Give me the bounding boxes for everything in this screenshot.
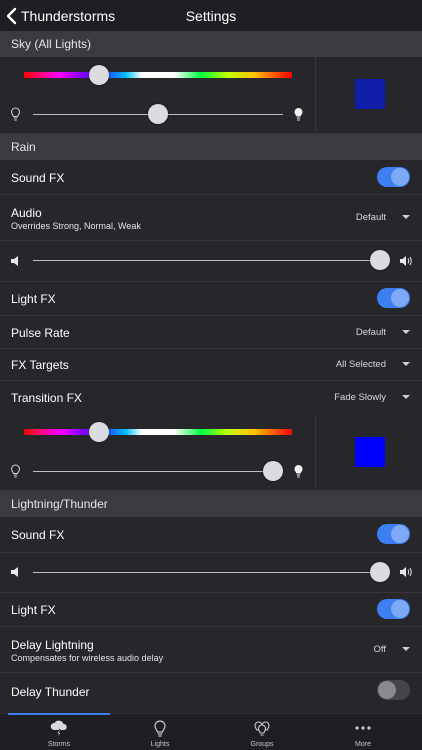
storm-cloud-icon — [50, 720, 67, 738]
speaker-low-icon — [11, 256, 18, 266]
rain-transition-fx-row[interactable]: Transition FX Fade Slowly — [0, 381, 422, 414]
ellipsis-icon — [355, 726, 371, 730]
lightning-volume-slider-thumb[interactable] — [370, 562, 390, 582]
rain-fx-targets-row[interactable]: FX Targets All Selected — [0, 349, 422, 381]
chevron-down-icon — [402, 330, 410, 334]
lightning-sound-fx-row: Sound FX — [0, 517, 422, 553]
rain-color-swatch[interactable] — [355, 437, 385, 467]
rain-sound-fx-row: Sound FX — [0, 160, 422, 195]
pulse-rate-value: Default — [355, 327, 386, 338]
section-header-sky: Sky (All Lights) — [0, 31, 422, 57]
sky-hue-slider-thumb[interactable] — [89, 65, 110, 85]
speaker-high-icon — [400, 256, 412, 266]
sky-color-picker — [0, 57, 422, 134]
lightning-light-fx-toggle[interactable] — [377, 599, 410, 619]
rain-sound-fx-toggle[interactable] — [377, 167, 410, 187]
lightning-volume-track[interactable] — [33, 572, 380, 573]
tab-label: More — [355, 741, 371, 748]
rain-hue-slider-thumb[interactable] — [89, 422, 110, 442]
delay-lightning-value: Off — [373, 644, 387, 655]
sky-hue-spectrum[interactable] — [24, 72, 292, 78]
navigation-bar: Thunderstorms Settings — [0, 0, 422, 31]
tab-lights[interactable]: Lights — [110, 714, 210, 750]
section-header-lightning: Lightning/Thunder — [0, 491, 422, 517]
row-label: Audio — [11, 206, 42, 220]
tab-more[interactable]: More — [313, 714, 413, 750]
rain-light-fx-row: Light FX — [0, 282, 422, 316]
transition-fx-value: Fade Slowly — [334, 392, 386, 403]
tab-label: Groups — [250, 741, 274, 748]
speaker-high-icon — [400, 567, 412, 577]
page-title: Settings — [185, 8, 237, 24]
section-title: Lightning/Thunder — [11, 497, 108, 511]
rain-volume-track[interactable] — [33, 260, 380, 261]
rain-color-picker — [0, 414, 422, 491]
delay-thunder-row: Delay Thunder — [0, 673, 422, 713]
lightbulb-bright-icon — [294, 465, 303, 478]
audio-value: Default — [355, 212, 386, 223]
sky-color-swatch[interactable] — [355, 79, 385, 109]
lightbulb-dim-icon — [10, 107, 21, 121]
tab-label: Lights — [150, 741, 170, 748]
row-label: Transition FX — [11, 391, 82, 405]
row-label: FX Targets — [11, 358, 69, 372]
row-label: Pulse Rate — [11, 326, 70, 340]
row-label: Light FX — [11, 603, 56, 617]
lightning-sound-fx-toggle[interactable] — [377, 524, 410, 544]
lightbulb-icon — [154, 720, 166, 737]
rain-hue-spectrum[interactable] — [24, 429, 292, 435]
lightning-volume-row — [0, 553, 422, 593]
section-title: Sky (All Lights) — [11, 37, 92, 51]
chevron-down-icon — [402, 215, 410, 219]
row-label: Sound FX — [11, 171, 65, 185]
section-title: Rain — [11, 140, 36, 154]
tab-bar: Storms Lights Groups More — [0, 713, 422, 750]
row-label: Light FX — [11, 292, 56, 306]
row-label: Sound FX — [11, 528, 65, 542]
chevron-down-icon — [402, 647, 410, 651]
row-subtitle: Compensates for wireless audio delay — [11, 653, 164, 663]
tab-label: Storms — [47, 741, 71, 748]
sky-brightness-slider-thumb[interactable] — [148, 104, 168, 124]
chevron-down-icon — [402, 395, 410, 399]
rain-audio-row[interactable]: Audio Overrides Strong, Normal, Weak Def… — [0, 195, 422, 241]
lightbulb-dim-icon — [10, 464, 21, 478]
fx-targets-value: All Selected — [335, 359, 386, 370]
row-subtitle: Overrides Strong, Normal, Weak — [11, 221, 141, 231]
section-header-rain: Rain — [0, 134, 422, 160]
rain-pulse-rate-row[interactable]: Pulse Rate Default — [0, 316, 422, 349]
tab-groups[interactable]: Groups — [212, 714, 312, 750]
delay-lightning-row[interactable]: Delay Lightning Compensates for wireless… — [0, 627, 422, 673]
rain-light-fx-toggle[interactable] — [377, 288, 410, 308]
speaker-low-icon — [11, 567, 18, 577]
row-label: Delay Thunder — [11, 685, 90, 699]
rain-brightness-slider-thumb[interactable] — [263, 461, 283, 481]
bulb-group-icon — [254, 721, 270, 736]
delay-thunder-toggle[interactable] — [377, 680, 410, 700]
lightning-light-fx-row: Light FX — [0, 593, 422, 627]
rain-brightness-track[interactable] — [33, 471, 283, 472]
chevron-down-icon — [402, 362, 410, 366]
rain-volume-row — [0, 241, 422, 282]
tab-storms[interactable]: Storms — [9, 714, 109, 750]
lightbulb-bright-icon — [294, 108, 303, 121]
row-label: Delay Lightning — [11, 638, 94, 652]
rain-volume-slider-thumb[interactable] — [370, 250, 390, 270]
